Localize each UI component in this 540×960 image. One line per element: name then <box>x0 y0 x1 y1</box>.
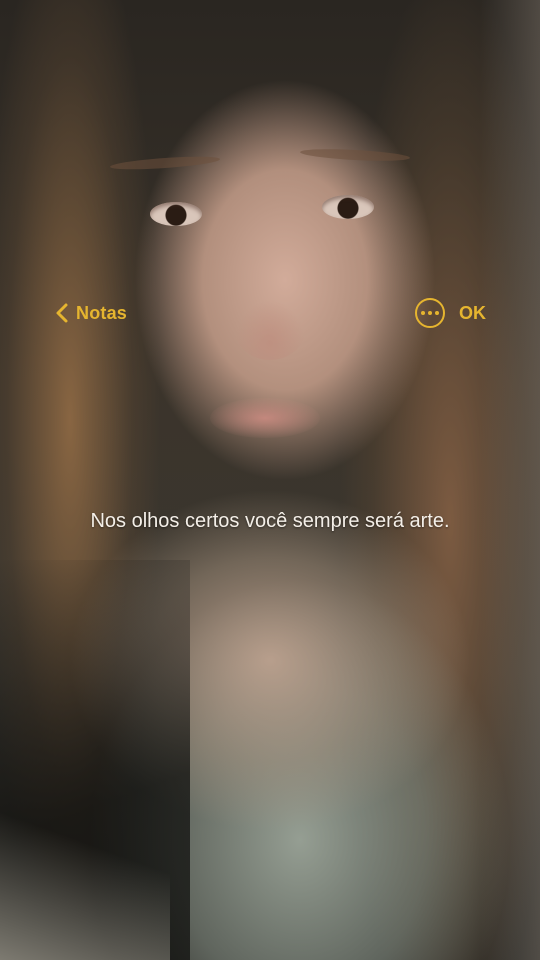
photo-wall <box>480 0 540 960</box>
nav-actions: OK <box>415 298 486 328</box>
photo-eye-right <box>322 195 374 219</box>
background-photo <box>0 0 540 960</box>
ellipsis-circle-icon <box>421 311 425 315</box>
photo-brow-right <box>299 147 411 163</box>
chevron-left-icon <box>56 303 68 323</box>
photo-nose <box>235 300 305 360</box>
photo-lips <box>210 398 320 438</box>
back-button[interactable]: Notas <box>54 299 127 327</box>
note-body-text[interactable]: Nos olhos certos você sempre será arte. <box>0 507 540 535</box>
back-button-label: Notas <box>76 303 128 323</box>
photo-floor <box>0 810 170 960</box>
more-options-button[interactable] <box>415 298 445 328</box>
photo-brow-left <box>109 154 221 172</box>
photo-eye-left <box>150 202 202 226</box>
ellipsis-dot <box>435 311 439 315</box>
ellipsis-dot <box>428 311 432 315</box>
done-button[interactable]: OK <box>459 298 486 328</box>
screen: Notas OK Nos olhos certos você sempre se… <box>0 0 540 960</box>
